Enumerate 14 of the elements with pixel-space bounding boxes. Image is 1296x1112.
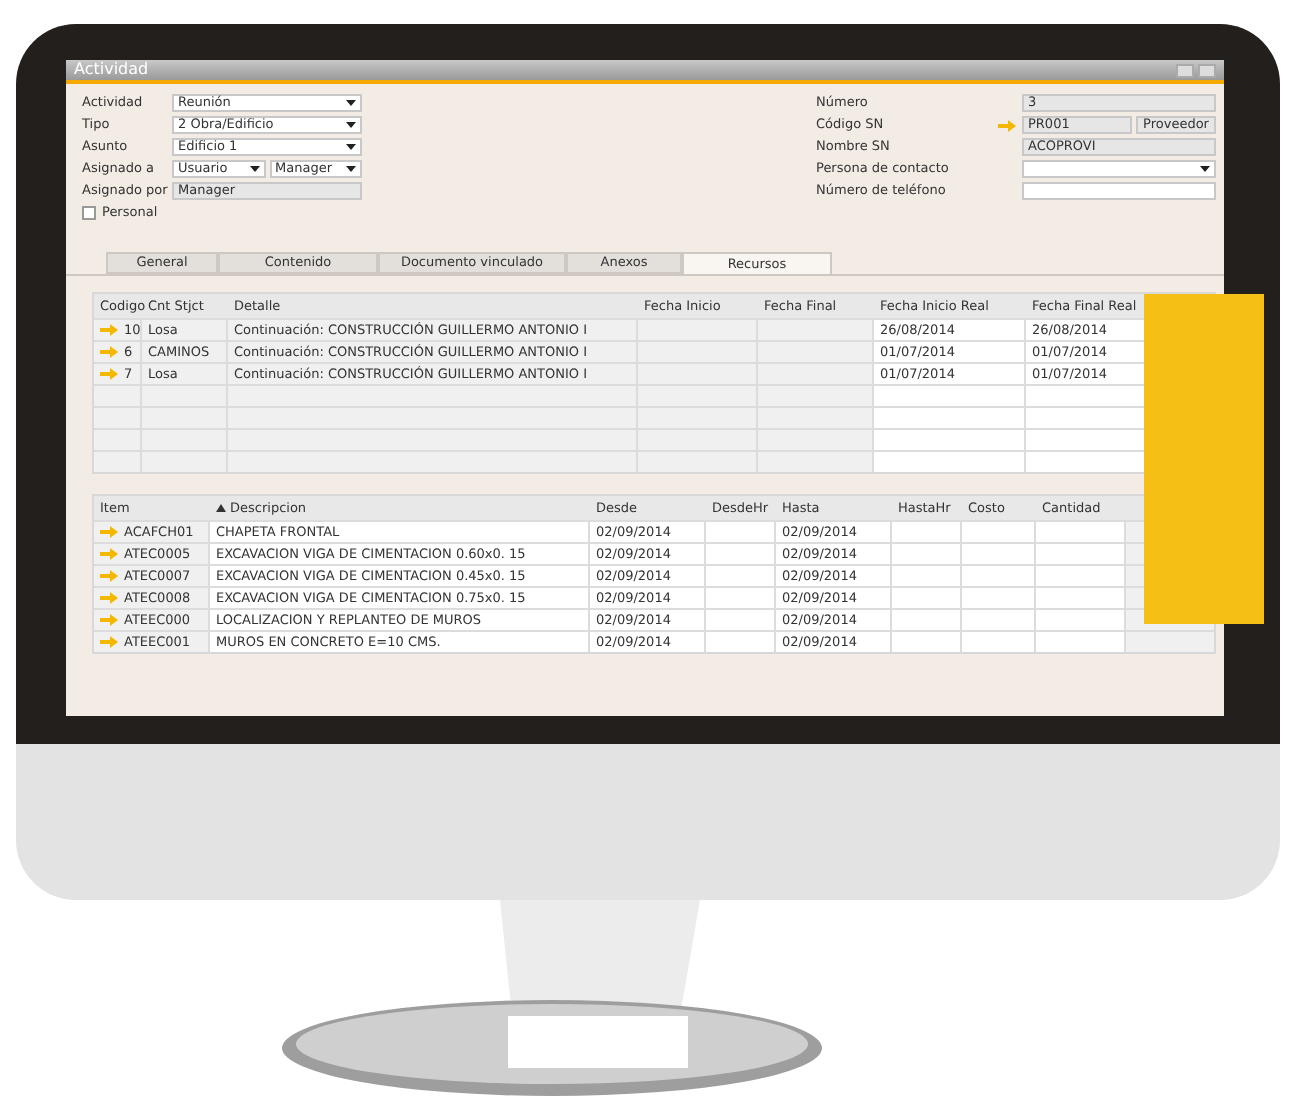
- caret-icon: [346, 100, 356, 106]
- checkbox[interactable]: [82, 206, 96, 220]
- window-title: Actividad: [74, 62, 149, 78]
- caret-icon: [1200, 166, 1210, 172]
- maximize-button[interactable]: [1198, 63, 1216, 77]
- minimize-button[interactable]: [1176, 63, 1194, 77]
- dropdown-field[interactable]: [1022, 160, 1216, 178]
- input-field[interactable]: [1022, 182, 1216, 200]
- caret-icon: [346, 122, 356, 128]
- sort-icon: [216, 504, 226, 512]
- arrow-icon[interactable]: [998, 120, 1016, 132]
- caret-icon: [249, 166, 259, 172]
- caret-icon: [346, 144, 356, 150]
- caret-icon: [346, 166, 356, 172]
